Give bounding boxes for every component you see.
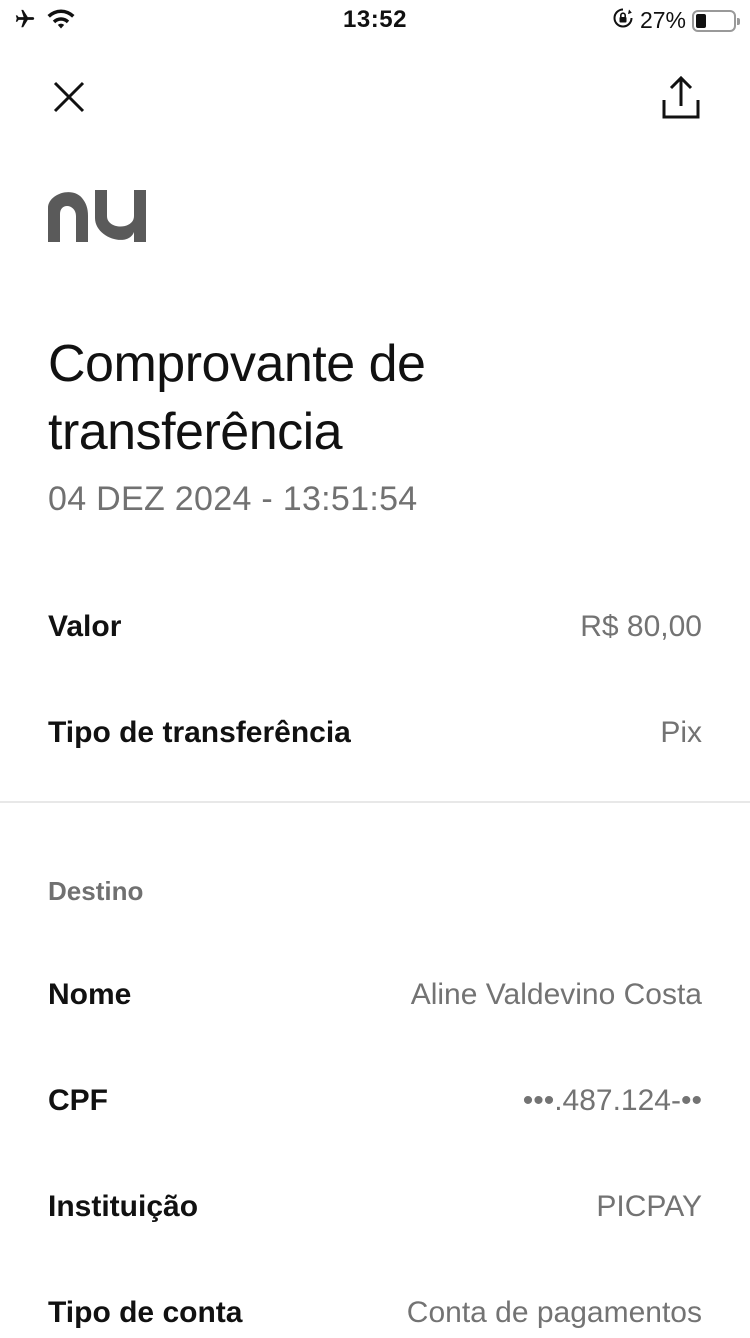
row-value: Conta de pagamentos bbox=[406, 1296, 702, 1329]
row-label: CPF bbox=[48, 1084, 108, 1117]
battery-level bbox=[696, 13, 706, 28]
row-label: Tipo de conta bbox=[48, 1296, 243, 1329]
row-tipo-transferencia: Tipo de transferência Pix bbox=[48, 708, 702, 758]
section-divider bbox=[0, 801, 750, 803]
row-label: Nome bbox=[48, 978, 132, 1011]
row-instituicao: Instituição PICPAY bbox=[48, 1182, 702, 1232]
row-nome: Nome Aline Valdevino Costa bbox=[48, 970, 702, 1020]
battery-percent: 27% bbox=[639, 7, 686, 33]
row-valor: Valor R$ 80,00 bbox=[48, 602, 702, 652]
close-button[interactable] bbox=[44, 72, 94, 122]
share-button[interactable] bbox=[656, 70, 706, 126]
close-icon bbox=[53, 81, 85, 113]
nubank-logo bbox=[48, 188, 146, 244]
row-tipo-conta: Tipo de conta Conta de pagamentos bbox=[48, 1288, 702, 1338]
row-value: PICPAY bbox=[596, 1190, 702, 1223]
status-bar: 13:52 27% bbox=[0, 0, 750, 40]
row-label: Valor bbox=[48, 610, 122, 643]
orientation-lock-icon bbox=[612, 7, 634, 34]
row-cpf: CPF •••.487.124-•• bbox=[48, 1076, 702, 1126]
row-label: Tipo de transferência bbox=[48, 716, 351, 749]
row-value: Aline Valdevino Costa bbox=[410, 978, 702, 1011]
row-value: •••.487.124-•• bbox=[522, 1084, 702, 1117]
battery-icon bbox=[692, 9, 740, 32]
page-title: Comprovante de transferência bbox=[48, 335, 426, 461]
row-value: Pix bbox=[660, 716, 702, 749]
transfer-datetime: 04 DEZ 2024 - 13:51:54 bbox=[48, 480, 418, 518]
battery-cap bbox=[737, 17, 740, 25]
top-actions bbox=[0, 60, 750, 140]
status-bar-right: 27% bbox=[612, 7, 740, 34]
section-label-destino: Destino bbox=[48, 876, 144, 906]
row-label: Instituição bbox=[48, 1190, 199, 1223]
row-value: R$ 80,00 bbox=[580, 610, 702, 643]
share-icon bbox=[662, 76, 700, 119]
